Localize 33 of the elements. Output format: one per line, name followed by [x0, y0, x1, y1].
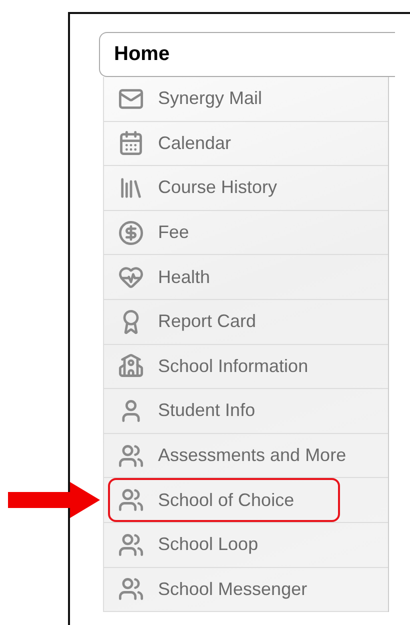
menu-item-label: School Information — [158, 356, 308, 377]
heart-pulse-icon — [118, 264, 144, 290]
menu-item-label: Assessments and More — [158, 445, 346, 466]
menu-item-label: Health — [158, 266, 210, 288]
dollar-coin-icon — [118, 220, 144, 246]
menu-title: Home — [99, 32, 395, 77]
menu-item[interactable]: Report Card — [103, 300, 388, 345]
menu-item-label: Calendar — [158, 132, 232, 154]
people-icon — [118, 442, 144, 469]
menu-item-label: Student Info — [158, 400, 256, 422]
menu-item[interactable]: Assessments and More — [103, 434, 388, 478]
people-icon — [118, 532, 144, 558]
menu-item[interactable]: Calendar — [103, 122, 388, 166]
people-icon — [118, 487, 144, 514]
menu-item[interactable]: School Loop — [103, 522, 388, 568]
menu-item-label: Course History — [158, 177, 278, 198]
menu-item-label: School of Choice — [158, 490, 294, 511]
calendar-icon — [118, 130, 144, 156]
menu-item-label: Report Card — [158, 311, 256, 332]
menu-item[interactable]: School Messenger — [103, 568, 388, 612]
menu-item[interactable]: School of Choice — [103, 478, 388, 523]
people-icon — [118, 576, 144, 602]
menu-item[interactable]: Student Info — [103, 389, 388, 434]
menu-item[interactable]: Course History — [103, 166, 388, 211]
menu-item[interactable]: Health — [103, 255, 388, 300]
menu-item-label: School Messenger — [158, 578, 308, 600]
menu-item-label: Synergy Mail — [158, 88, 262, 110]
menu-item[interactable]: Synergy Mail — [103, 77, 388, 122]
menu-item[interactable]: School Information — [103, 344, 388, 390]
menu-item[interactable]: Fee — [103, 210, 388, 256]
schoolhouse-icon — [118, 353, 144, 380]
menu-item-label: Fee — [158, 222, 190, 244]
menu-item-label: School Loop — [158, 534, 258, 556]
